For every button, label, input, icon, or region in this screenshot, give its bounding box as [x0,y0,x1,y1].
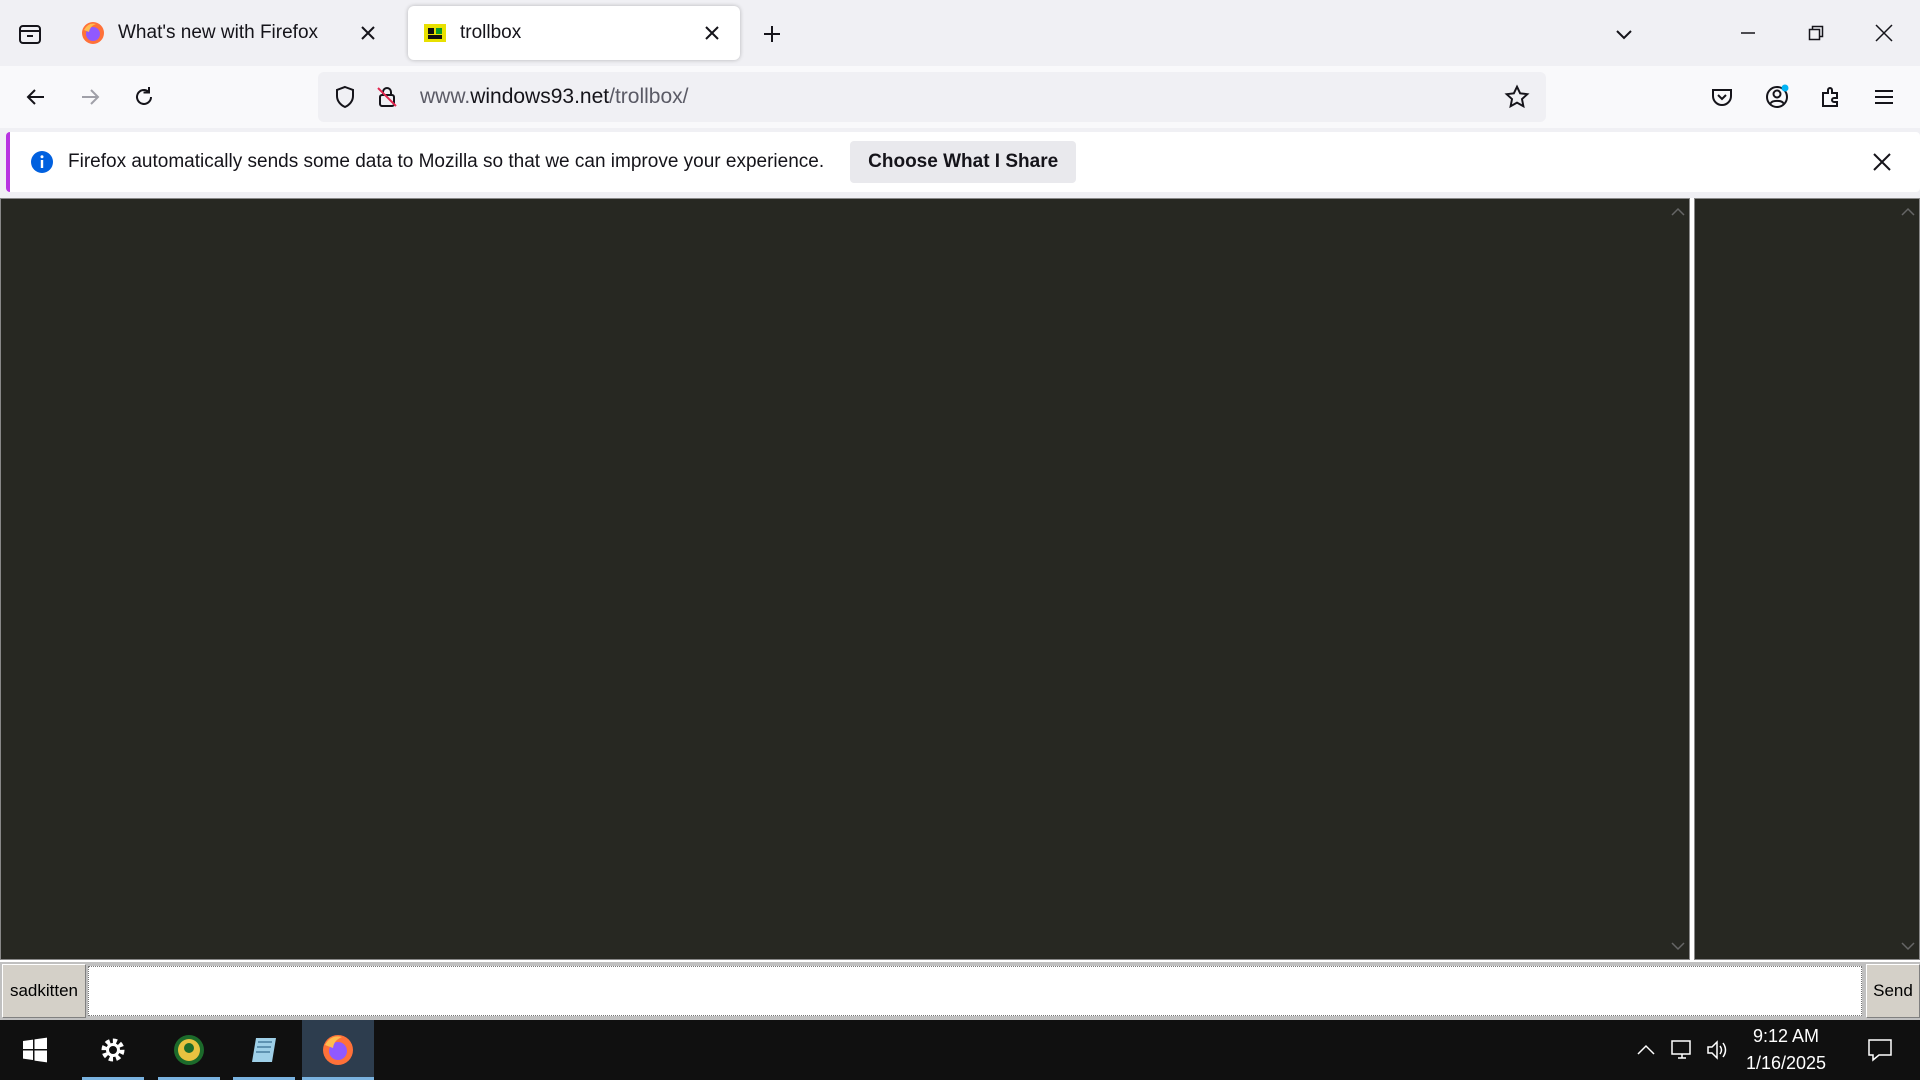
connection-info-button[interactable] [372,82,402,112]
tab-title: What's new with Firefox [118,22,319,43]
forward-button[interactable] [68,75,112,119]
url-prefix: www. [420,85,471,108]
back-button[interactable] [14,75,58,119]
scroll-down-arrow[interactable] [1667,935,1689,957]
list-all-tabs-button[interactable] [1604,14,1644,54]
windows93-logo-icon [424,24,446,42]
window-restore-button[interactable] [1782,0,1850,66]
window-close-button[interactable] [1850,0,1918,66]
taskbar-app-circle[interactable] [158,1020,220,1080]
page-content: sadkitten Send [0,198,1920,1020]
scroll-up-arrow[interactable] [1667,201,1689,223]
firefox-logo-icon [323,1035,353,1065]
address-bar[interactable]: www.windows93.net/trollbox/ [318,72,1546,122]
minimize-icon [1741,32,1755,34]
tab-title: trollbox [460,22,522,43]
info-icon [31,151,53,173]
clock-date: 1/16/2025 [1745,1053,1827,1073]
restore-icon [1808,25,1824,41]
reload-icon [136,87,152,105]
notification-close-button[interactable] [1866,146,1898,178]
hamburger-menu-icon [1875,90,1893,104]
taskbar-notebook-app[interactable] [233,1020,295,1080]
taskbar-firefox[interactable] [302,1020,374,1080]
send-button[interactable]: Send [1866,964,1920,1018]
close-icon [1873,153,1891,171]
gear-icon [101,1038,125,1062]
action-center-button[interactable] [1850,1020,1910,1080]
tab-trollbox[interactable]: trollbox [408,6,740,60]
url-host: windows93.net [470,85,610,108]
clock-time: 9:12 AM [1752,1026,1820,1046]
show-hidden-icons-button[interactable] [1628,1020,1664,1080]
bookmark-button[interactable] [1500,80,1534,114]
star-icon [1504,84,1530,109]
message-input-row: sadkitten Send [0,962,1920,1020]
tab-close-button[interactable] [698,19,726,47]
network-icon [1671,1040,1691,1059]
url-text: www.windows93.net/trollbox/ [420,85,1500,109]
users-list-panel[interactable] [1694,198,1920,960]
chat-messages-area[interactable] [0,198,1690,960]
firefox-view-button[interactable] [10,14,50,54]
chevron-up-icon [1901,207,1915,216]
chevron-down-icon [1901,942,1915,951]
system-clock[interactable]: 9:12 AM 1/16/2025 [1736,1024,1836,1076]
close-icon [361,26,375,40]
volume-tray-button[interactable] [1700,1020,1736,1080]
chevron-down-icon [1616,30,1632,40]
chevron-up-icon [1637,1044,1655,1055]
tab-strip: What's new with Firefox trollbox [0,0,1920,66]
navigation-toolbar: www.windows93.net/trollbox/ [0,66,1920,128]
windows-taskbar: 9:12 AM 1/16/2025 [0,1020,1920,1080]
tab-close-button[interactable] [354,19,382,47]
close-icon [705,26,719,40]
windows-logo-icon [23,1037,47,1063]
scroll-up-arrow[interactable] [1897,201,1919,223]
url-path: /trollbox/ [609,85,689,108]
arrow-left-icon [26,89,44,105]
notebook-icon [252,1038,276,1062]
reload-button[interactable] [122,75,166,119]
start-button[interactable] [0,1020,70,1080]
notification-icon [1868,1039,1892,1062]
users-scrollbar[interactable] [1897,199,1919,959]
notification-message: Firefox automatically sends some data to… [68,151,825,172]
message-input[interactable] [88,966,1862,1016]
scroll-down-arrow[interactable] [1897,935,1919,957]
extensions-button[interactable] [1809,75,1853,119]
shield-icon [336,85,354,109]
account-button[interactable] [1755,75,1799,119]
account-icon [1766,84,1789,108]
app-globe-icon [174,1035,204,1065]
chevron-up-icon [1671,207,1685,216]
app-menu-button[interactable] [1862,75,1906,119]
chat-scrollbar[interactable] [1667,199,1689,959]
pocket-button[interactable] [1700,75,1744,119]
chevron-down-icon [1671,942,1685,951]
insecure-lock-icon [377,87,397,107]
tab-whats-new[interactable]: What's new with Firefox [66,6,396,60]
firefox-view-icon [19,25,41,44]
choose-what-i-share-button[interactable]: Choose What I Share [850,141,1077,183]
window-minimize-button[interactable] [1714,0,1782,66]
taskbar-settings[interactable] [82,1020,144,1080]
speaker-icon [1707,1040,1727,1060]
puzzle-icon [1822,87,1838,107]
pocket-icon [1712,89,1732,106]
arrow-right-icon [82,89,100,105]
firefox-logo-icon [82,22,104,44]
tracking-protection-button[interactable] [330,82,360,112]
nickname-button[interactable]: sadkitten [2,964,86,1018]
plus-icon [764,26,780,42]
new-tab-button[interactable] [752,14,792,54]
network-tray-button[interactable] [1664,1020,1700,1080]
close-icon [1875,24,1893,42]
data-collection-notification: Firefox automatically sends some data to… [6,132,1920,192]
